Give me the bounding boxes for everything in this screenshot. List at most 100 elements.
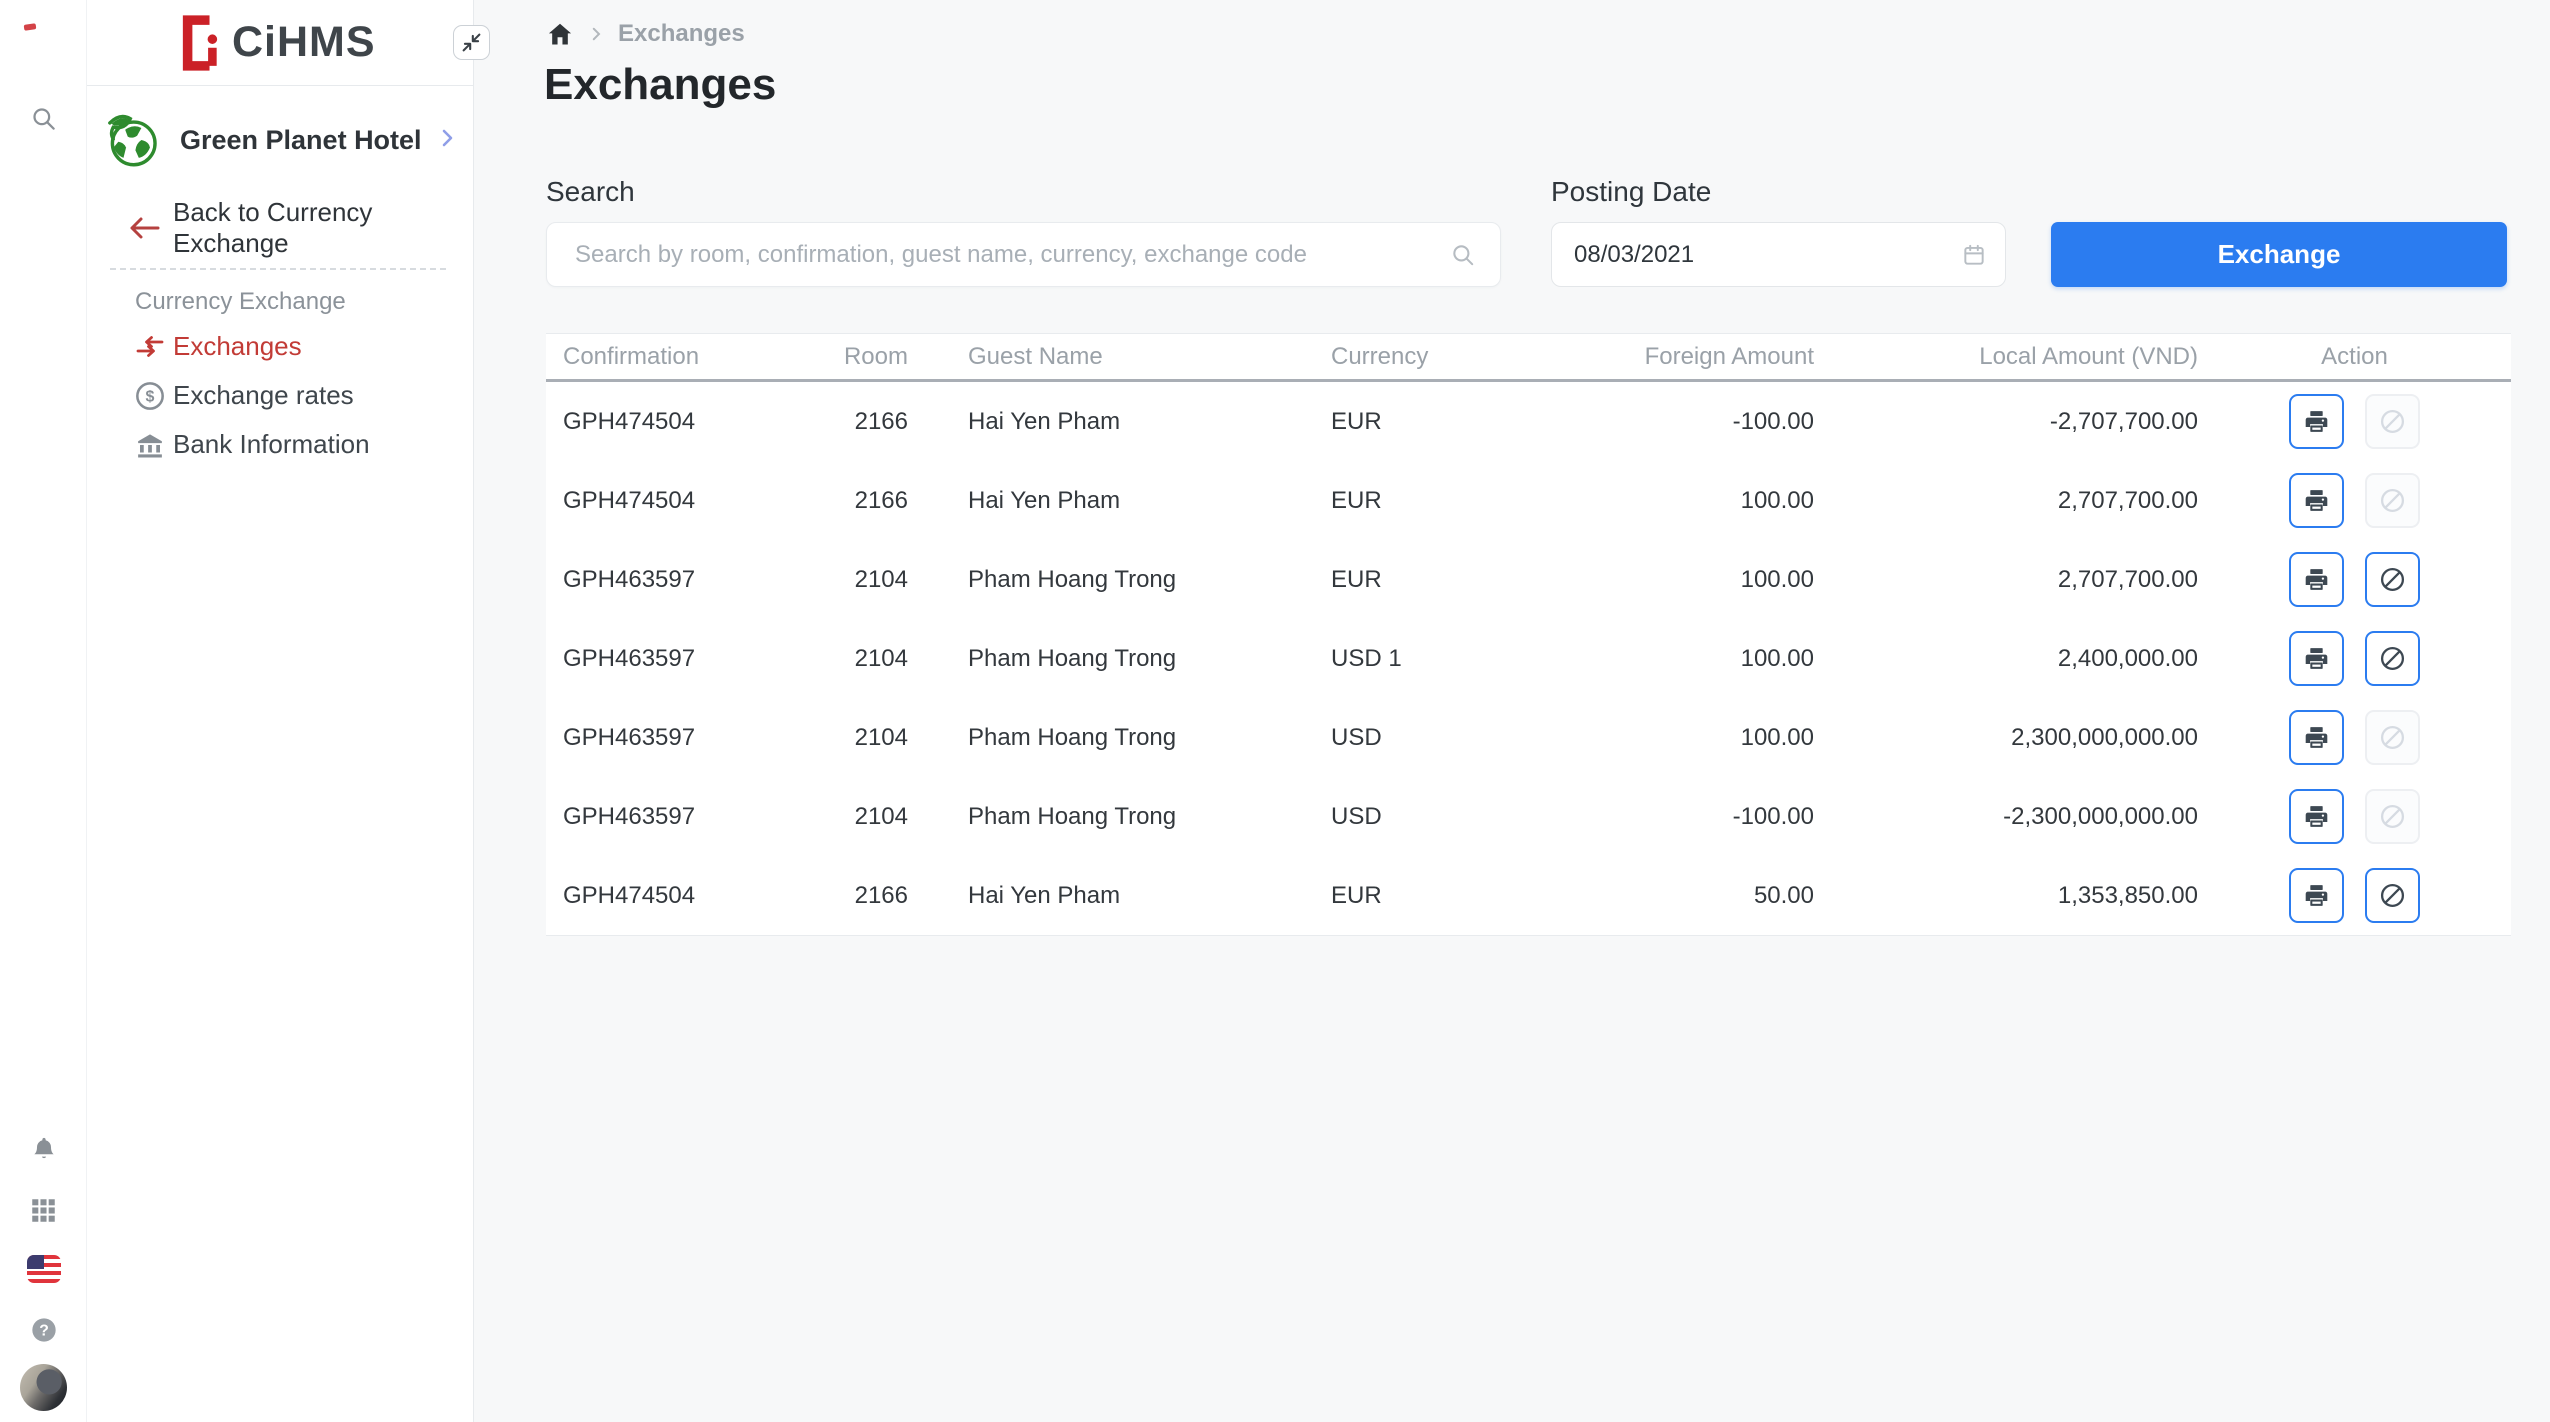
cell-guest-name: Hai Yen Pham bbox=[908, 882, 1331, 910]
collapse-arrows-icon bbox=[461, 32, 482, 53]
hotel-selector[interactable]: Green Planet Hotel bbox=[87, 108, 474, 172]
cell-confirmation: GPH474504 bbox=[546, 487, 816, 515]
header-currency: Currency bbox=[1331, 343, 1566, 371]
cell-local-amount: -2,707,700.00 bbox=[1814, 408, 2198, 436]
hotel-name: Green Planet Hotel bbox=[180, 125, 422, 156]
print-button[interactable] bbox=[2289, 473, 2344, 528]
table-row: GPH463597 2104 Pham Hoang Trong USD 1 10… bbox=[546, 619, 2511, 698]
language-flag-us-icon[interactable] bbox=[0, 1247, 87, 1291]
cancel-button bbox=[2365, 789, 2420, 844]
avatar-photo bbox=[20, 1364, 67, 1411]
printer-icon bbox=[2303, 724, 2330, 751]
cell-action bbox=[2198, 710, 2511, 765]
cell-confirmation: GPH474504 bbox=[546, 408, 816, 436]
posting-date-input[interactable] bbox=[1552, 223, 1961, 286]
cell-currency: EUR bbox=[1331, 408, 1566, 436]
sidebar-item-label: Bank Information bbox=[173, 429, 370, 460]
cancel-button[interactable] bbox=[2365, 868, 2420, 923]
sidebar: CiHMS Green Planet Hotel Back to Currenc… bbox=[87, 0, 474, 1422]
cell-local-amount: 2,300,000,000.00 bbox=[1814, 724, 2198, 752]
green-planet-globe-icon bbox=[103, 111, 161, 169]
exchange-button[interactable]: Exchange bbox=[2051, 222, 2507, 287]
user-avatar[interactable] bbox=[0, 1362, 87, 1412]
cell-room: 2166 bbox=[816, 408, 908, 436]
cancel-slash-icon bbox=[2378, 881, 2407, 910]
back-to-currency-exchange-link[interactable]: Back to Currency Exchange bbox=[87, 204, 474, 252]
cell-room: 2104 bbox=[816, 645, 908, 673]
exchanges-table: Confirmation Room Guest Name Currency Fo… bbox=[546, 333, 2511, 936]
home-icon[interactable] bbox=[546, 20, 574, 48]
cell-action bbox=[2198, 868, 2511, 923]
sidebar-divider bbox=[110, 268, 446, 270]
cell-foreign-amount: 100.00 bbox=[1566, 566, 1814, 594]
main-content: Exchanges Exchanges Search Posting Date … bbox=[475, 0, 2550, 1422]
apps-grid-icon[interactable] bbox=[0, 1188, 87, 1232]
cancel-slash-icon bbox=[2378, 486, 2407, 515]
cancel-slash-icon bbox=[2378, 723, 2407, 752]
cell-currency: EUR bbox=[1331, 487, 1566, 515]
cell-confirmation: GPH463597 bbox=[546, 566, 816, 594]
header-room: Room bbox=[816, 343, 908, 371]
search-icon bbox=[1450, 242, 1476, 268]
calendar-icon[interactable] bbox=[1961, 242, 1987, 268]
cell-room: 2104 bbox=[816, 724, 908, 752]
sidebar-collapse-button[interactable] bbox=[453, 25, 490, 60]
cell-guest-name: Pham Hoang Trong bbox=[908, 803, 1331, 831]
print-button[interactable] bbox=[2289, 868, 2344, 923]
cell-room: 2104 bbox=[816, 803, 908, 831]
print-button[interactable] bbox=[2289, 552, 2344, 607]
printer-icon bbox=[2303, 487, 2330, 514]
cancel-slash-icon bbox=[2378, 407, 2407, 436]
cancel-slash-icon bbox=[2378, 644, 2407, 673]
sidebar-item-bank-information[interactable]: Bank Information bbox=[87, 420, 474, 469]
cell-currency: USD bbox=[1331, 803, 1566, 831]
search-input[interactable] bbox=[547, 223, 1450, 286]
cell-local-amount: -2,300,000,000.00 bbox=[1814, 803, 2198, 831]
cell-currency: EUR bbox=[1331, 882, 1566, 910]
header-foreign-amount: Foreign Amount bbox=[1566, 343, 1814, 371]
printer-icon bbox=[2303, 408, 2330, 435]
table-row: GPH463597 2104 Pham Hoang Trong USD 100.… bbox=[546, 698, 2511, 777]
cell-room: 2166 bbox=[816, 487, 908, 515]
printer-icon bbox=[2303, 882, 2330, 909]
rail-logo-mark bbox=[24, 23, 37, 31]
cell-foreign-amount: 100.00 bbox=[1566, 645, 1814, 673]
rail-search-icon[interactable] bbox=[0, 96, 87, 140]
cell-confirmation: GPH463597 bbox=[546, 724, 816, 752]
sidebar-item-label: Exchanges bbox=[173, 331, 302, 362]
cell-action bbox=[2198, 789, 2511, 844]
print-button[interactable] bbox=[2289, 789, 2344, 844]
sidebar-item-exchanges[interactable]: Exchanges bbox=[87, 322, 474, 371]
sidebar-section-label: Currency Exchange bbox=[135, 288, 346, 316]
printer-icon bbox=[2303, 566, 2330, 593]
app-logo[interactable]: CiHMS bbox=[87, 0, 473, 86]
header-local-amount: Local Amount (VND) bbox=[1814, 343, 2198, 371]
help-icon[interactable]: ? bbox=[0, 1308, 87, 1352]
print-button[interactable] bbox=[2289, 710, 2344, 765]
sidebar-item-label: Exchange rates bbox=[173, 380, 354, 411]
cell-local-amount: 2,707,700.00 bbox=[1814, 487, 2198, 515]
cancel-slash-icon bbox=[2378, 802, 2407, 831]
cancel-button bbox=[2365, 394, 2420, 449]
dollar-circle-icon: $ bbox=[133, 380, 167, 412]
notifications-bell-icon[interactable] bbox=[0, 1127, 87, 1171]
table-header-row: Confirmation Room Guest Name Currency Fo… bbox=[546, 334, 2511, 382]
cancel-button bbox=[2365, 473, 2420, 528]
bank-icon bbox=[133, 430, 167, 460]
sidebar-item-exchange-rates[interactable]: $ Exchange rates bbox=[87, 371, 474, 420]
cancel-button[interactable] bbox=[2365, 552, 2420, 607]
us-flag bbox=[27, 1255, 61, 1283]
cell-foreign-amount: 100.00 bbox=[1566, 487, 1814, 515]
cell-foreign-amount: 50.00 bbox=[1566, 882, 1814, 910]
cell-room: 2166 bbox=[816, 882, 908, 910]
table-row: GPH474504 2166 Hai Yen Pham EUR 50.00 1,… bbox=[546, 856, 2511, 935]
cell-action bbox=[2198, 473, 2511, 528]
print-button[interactable] bbox=[2289, 631, 2344, 686]
cell-guest-name: Hai Yen Pham bbox=[908, 408, 1331, 436]
cancel-button bbox=[2365, 710, 2420, 765]
print-button[interactable] bbox=[2289, 394, 2344, 449]
cell-currency: EUR bbox=[1331, 566, 1566, 594]
cihms-logo-icon bbox=[180, 14, 220, 72]
cell-action bbox=[2198, 631, 2511, 686]
cancel-button[interactable] bbox=[2365, 631, 2420, 686]
